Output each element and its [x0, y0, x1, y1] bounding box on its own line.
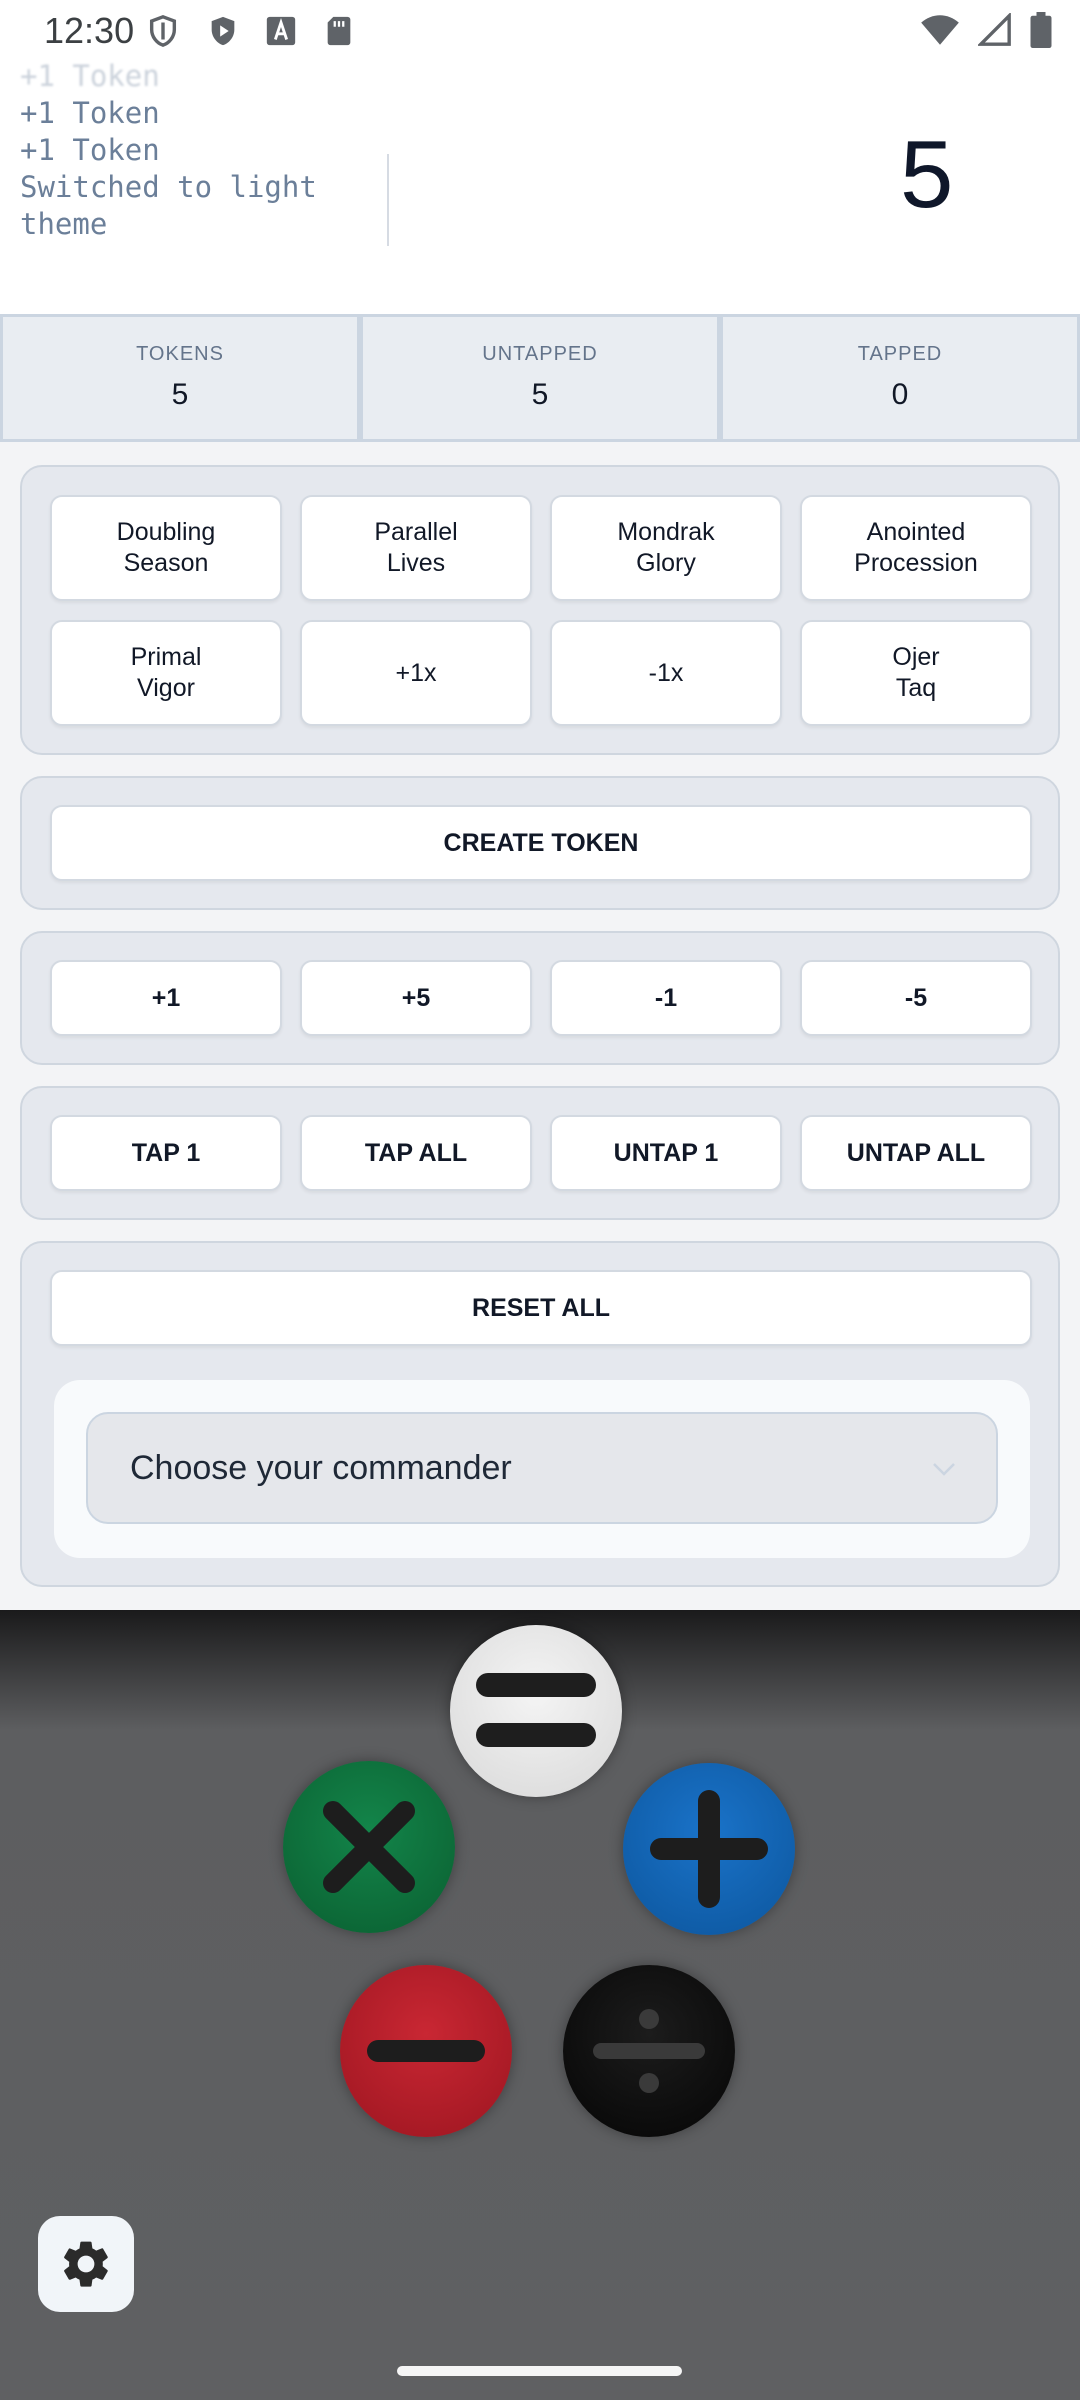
modifier-anointed-procession-button[interactable]: Anointed Procession [800, 495, 1032, 601]
untap-all-button[interactable]: UNTAP ALL [800, 1115, 1032, 1191]
subtract-button[interactable] [340, 1965, 512, 2137]
wifi-icon [921, 15, 959, 45]
play-shield-icon [211, 16, 235, 46]
battery-icon [1030, 12, 1052, 48]
signal-icon [978, 13, 1011, 46]
stat-tokens: TOKENS 5 [0, 317, 360, 439]
log-entry: +1 Token [20, 96, 160, 130]
untap-1-button[interactable]: UNTAP 1 [550, 1115, 782, 1191]
log-entry: +1 Token [20, 133, 160, 167]
create-token-button[interactable]: CREATE TOKEN [50, 805, 1032, 881]
menu-icon [476, 1673, 596, 1747]
status-right-icons [920, 12, 1052, 48]
status-time: 12:30 [44, 10, 135, 51]
stats-bar: TOKENS 5 UNTAPPED 5 TAPPED 0 [0, 314, 1080, 442]
stat-value: 0 [891, 378, 909, 411]
sd-card-icon [327, 16, 351, 46]
minus-5-button[interactable]: -5 [800, 960, 1032, 1036]
modifier-primal-vigor-button[interactable]: Primal Vigor [50, 620, 282, 726]
plus-1-button[interactable]: +1 [50, 960, 282, 1036]
minus-icon [367, 2040, 485, 2062]
tap-panel: TAP 1 TAP ALL UNTAP 1 UNTAP ALL [20, 1086, 1060, 1220]
close-button[interactable] [283, 1761, 455, 1933]
reset-all-button[interactable]: RESET ALL [50, 1270, 1032, 1346]
divide-button[interactable] [563, 1965, 735, 2137]
minus-1-button[interactable]: -1 [550, 960, 782, 1036]
add-button[interactable] [623, 1763, 795, 1935]
modifier-ojer-taq-button[interactable]: Ojer Taq [800, 620, 1032, 726]
create-panel: CREATE TOKEN [20, 776, 1060, 910]
settings-button[interactable] [38, 2216, 134, 2312]
modifier-plus-1x-button[interactable]: +1x [300, 620, 532, 726]
gear-icon [64, 2241, 108, 2287]
token-count-display: 5 [900, 121, 954, 228]
modifiers-panel: Doubling Season Parallel Lives Mondrak G… [20, 465, 1060, 755]
stat-tapped: TAPPED 0 [720, 317, 1080, 439]
log-divider [387, 154, 389, 246]
status-bar: 12:30 [0, 0, 1080, 62]
chevron-down-icon [933, 1463, 955, 1476]
stat-untapped: UNTAPPED 5 [360, 317, 720, 439]
adjust-panel: +1 +5 -1 -5 [20, 931, 1060, 1065]
modifier-doubling-season-button[interactable]: Doubling Season [50, 495, 282, 601]
divide-icon [593, 2009, 705, 2093]
tap-1-button[interactable]: TAP 1 [50, 1115, 282, 1191]
commander-select-label: Choose your commander [130, 1448, 512, 1487]
stat-value: 5 [171, 378, 189, 411]
stat-label: TOKENS [136, 343, 224, 365]
modifier-parallel-lives-button[interactable]: Parallel Lives [300, 495, 532, 601]
menu-button[interactable] [450, 1625, 622, 1797]
commander-select-container: Choose your commander [54, 1380, 1030, 1558]
stat-label: UNTAPPED [482, 343, 598, 365]
modifier-mondrak-glory-button[interactable]: Mondrak Glory [550, 495, 782, 601]
modifier-minus-1x-button[interactable]: -1x [550, 620, 782, 726]
stat-value: 5 [531, 378, 549, 411]
font-icon [266, 16, 296, 46]
tap-all-button[interactable]: TAP ALL [300, 1115, 532, 1191]
stat-label: TAPPED [857, 343, 943, 365]
shield-icon [149, 15, 177, 47]
plus-icon [650, 1790, 768, 1908]
commander-select[interactable]: Choose your commander [86, 1412, 998, 1524]
plus-5-button[interactable]: +5 [300, 960, 532, 1036]
close-icon [323, 1801, 415, 1893]
reset-commander-panel: RESET ALL Choose your commander [20, 1241, 1060, 1587]
home-indicator[interactable] [397, 2366, 682, 2376]
log-entry: +1 Token [20, 59, 160, 93]
log-entry: Switched to light theme [20, 170, 317, 241]
action-log: +1 Token +1 Token +1 Token Switched to l… [20, 58, 380, 243]
